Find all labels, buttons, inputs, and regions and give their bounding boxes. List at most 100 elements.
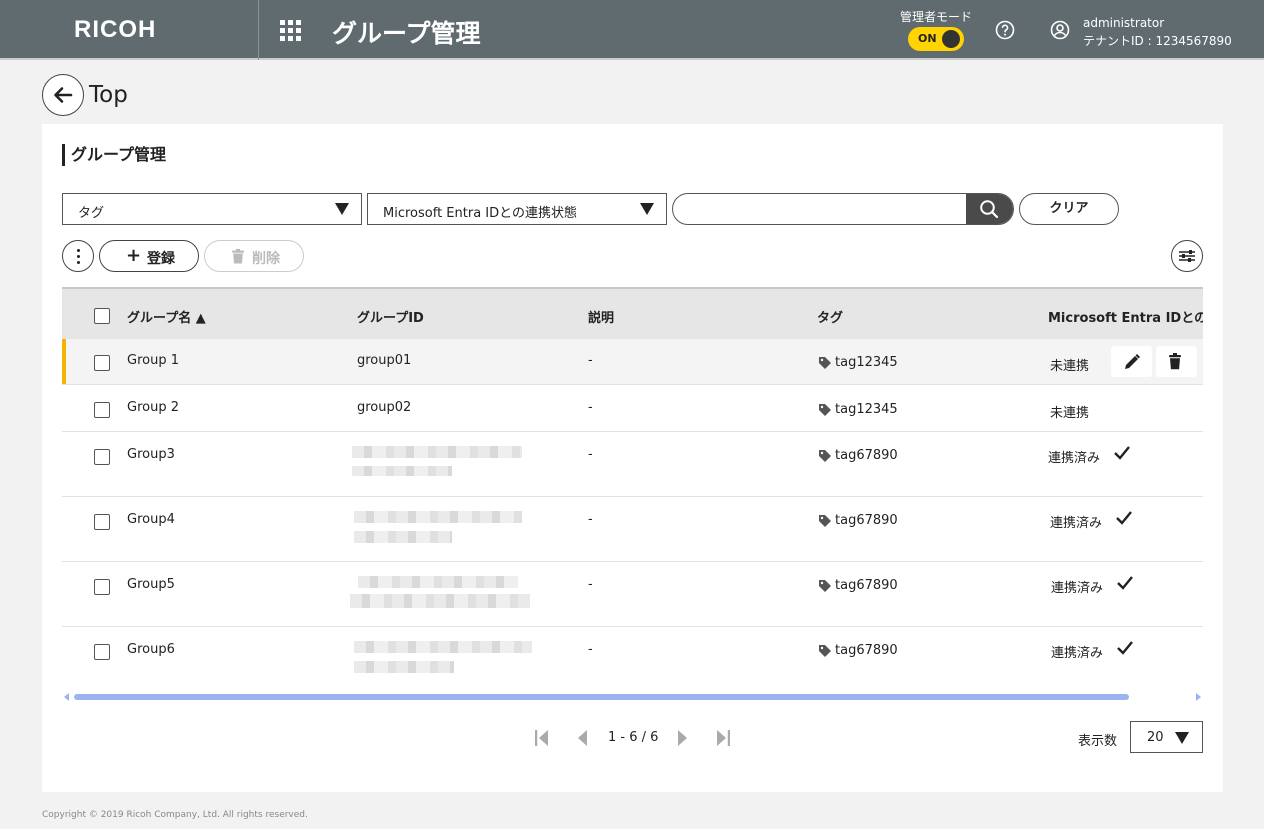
group-name-cell: Group4 <box>127 512 175 527</box>
tag-label: tag67890 <box>835 643 898 658</box>
table-row[interactable]: Group5 - tag67890 連携済み <box>62 562 1203 627</box>
app-header: RICOH グループ管理 管理者モード ON administrator テナン… <box>0 0 1264 60</box>
column-header-tag[interactable]: タグ <box>817 307 843 326</box>
table-row[interactable]: Group6 - tag67890 連携済み <box>62 627 1203 692</box>
entra-status-cell: 連携済み <box>1051 646 1104 661</box>
back-label[interactable]: Top <box>89 82 128 108</box>
scroll-right-icon[interactable] <box>1196 693 1201 701</box>
search-button[interactable] <box>966 194 1013 224</box>
last-page-icon[interactable] <box>715 729 731 747</box>
group-id-cell: group02 <box>357 400 412 415</box>
redacted-group-id <box>352 446 522 458</box>
description-cell: - <box>588 577 593 592</box>
tag-icon <box>819 645 831 657</box>
tag-icon <box>819 404 831 416</box>
dropdown-arrow-icon <box>640 203 654 215</box>
tag-label: tag12345 <box>835 355 898 370</box>
search-icon <box>980 200 999 219</box>
arrow-left-icon <box>54 87 73 103</box>
entra-status-cell: 未連携 <box>1050 359 1090 374</box>
tag-filter-value: タグ <box>78 206 105 221</box>
edit-row-button[interactable] <box>1111 346 1152 377</box>
admin-mode-label: 管理者モード <box>900 10 973 24</box>
row-checkbox[interactable] <box>94 514 110 530</box>
row-checkbox[interactable] <box>94 644 110 660</box>
description-cell: - <box>588 400 593 415</box>
table-header: グループ名 ▲ グループID 説明 タグ Microsoft Entra IDと… <box>62 289 1203 339</box>
first-page-icon[interactable] <box>534 729 550 747</box>
admin-mode-toggle[interactable]: ON <box>908 27 964 51</box>
entra-status-cell: 連携済み <box>1050 516 1103 531</box>
per-page-select[interactable]: 20 <box>1130 721 1203 753</box>
check-icon <box>1116 511 1132 525</box>
column-header-group-name[interactable]: グループ名 ▲ <box>127 307 206 326</box>
search-input[interactable] <box>685 199 965 219</box>
app-grid-icon[interactable] <box>280 20 301 41</box>
panel-title: グループ管理 <box>62 144 166 166</box>
description-cell: - <box>588 353 593 368</box>
group-id-cell: group01 <box>357 353 412 368</box>
next-page-icon[interactable] <box>677 729 689 747</box>
description-cell: - <box>588 447 593 462</box>
table-row[interactable]: Group 1 group01 - tag12345 未連携 <box>62 339 1203 385</box>
toggle-knob <box>942 30 960 48</box>
tag-label: tag67890 <box>835 448 898 463</box>
help-icon[interactable] <box>995 20 1015 40</box>
column-header-group-id[interactable]: グループID <box>357 307 424 326</box>
table-row[interactable]: Group3 - tag67890 連携済み <box>62 432 1203 497</box>
row-checkbox[interactable] <box>94 579 110 595</box>
previous-page-icon[interactable] <box>576 729 588 747</box>
check-icon <box>1117 641 1133 655</box>
delete-row-button[interactable] <box>1156 346 1197 377</box>
group-name-cell: Group 1 <box>127 353 179 368</box>
group-name-cell: Group3 <box>127 447 175 462</box>
table-row[interactable]: Group 2 group02 - tag12345 未連携 <box>62 385 1203 432</box>
plus-icon: + <box>126 245 142 266</box>
toggle-state-label: ON <box>918 32 937 45</box>
select-all-checkbox[interactable] <box>94 308 110 324</box>
redacted-group-id <box>350 594 530 608</box>
user-icon[interactable] <box>1050 20 1070 40</box>
clear-button[interactable]: クリア <box>1019 193 1119 225</box>
row-checkbox[interactable] <box>94 355 110 371</box>
scrollbar-thumb[interactable] <box>74 694 1129 700</box>
entra-status-cell: 連携済み <box>1048 451 1101 466</box>
tag-icon <box>819 515 831 527</box>
tenant-id: テナントID : 1234567890 <box>1083 34 1232 48</box>
column-header-description[interactable]: 説明 <box>588 307 614 326</box>
check-icon <box>1114 446 1130 460</box>
redacted-group-id <box>354 511 522 523</box>
horizontal-scrollbar[interactable] <box>62 692 1203 702</box>
group-name-cell: Group6 <box>127 642 175 657</box>
tag-label: tag67890 <box>835 513 898 528</box>
back-button[interactable] <box>42 74 84 116</box>
tag-filter-select[interactable]: タグ <box>62 193 362 225</box>
pagination: 1 - 6 / 6 表示数 20 <box>42 721 1223 754</box>
more-options-button[interactable] <box>62 240 94 272</box>
scroll-left-icon[interactable] <box>64 693 69 701</box>
redacted-group-id <box>358 576 518 588</box>
tag-icon <box>819 580 831 592</box>
pencil-icon <box>1125 354 1140 369</box>
entra-status-value: Microsoft Entra IDとの連携状態 <box>383 206 578 221</box>
add-button[interactable]: + 登録 <box>99 240 199 272</box>
sliders-icon <box>1179 250 1195 262</box>
add-button-label: 登録 <box>147 251 175 267</box>
column-header-entra-status[interactable]: Microsoft Entra IDとの連携状態 <box>1048 307 1203 326</box>
table-row[interactable]: Group4 - tag67890 連携済み <box>62 497 1203 562</box>
group-name-cell: Group 2 <box>127 400 179 415</box>
entra-status-select[interactable]: Microsoft Entra IDとの連携状態 <box>367 193 667 225</box>
search-box <box>672 193 1014 225</box>
description-cell: - <box>588 512 593 527</box>
row-checkbox[interactable] <box>94 402 110 418</box>
tag-icon <box>819 450 831 462</box>
row-checkbox[interactable] <box>94 449 110 465</box>
per-page-label: 表示数 <box>1078 734 1118 749</box>
tag-icon <box>819 357 831 369</box>
column-settings-button[interactable] <box>1171 240 1203 272</box>
page-info: 1 - 6 / 6 <box>608 730 659 745</box>
row-selection-accent <box>62 339 66 384</box>
per-page-value: 20 <box>1147 730 1164 745</box>
group-table: グループ名 ▲ グループID 説明 タグ Microsoft Entra IDと… <box>62 287 1203 702</box>
delete-button[interactable]: 削除 <box>204 240 304 272</box>
